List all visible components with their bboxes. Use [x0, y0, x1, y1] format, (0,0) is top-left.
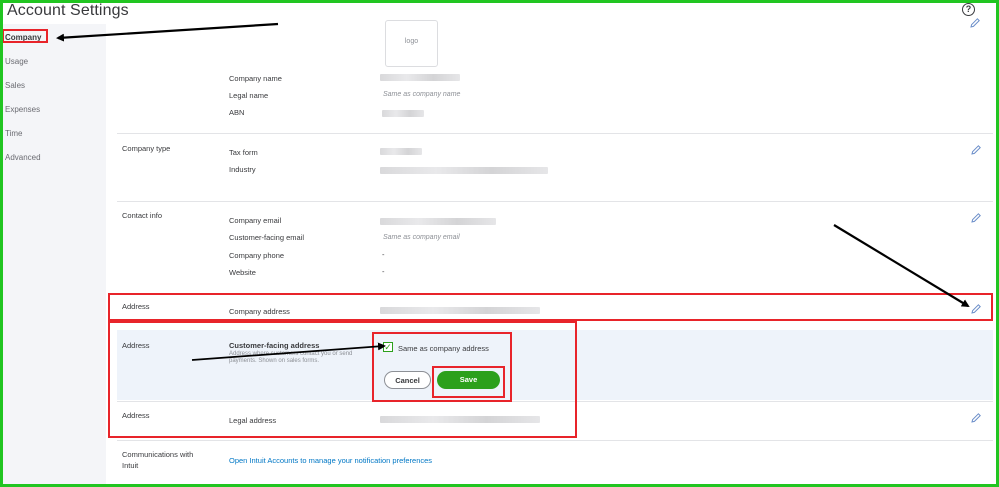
- customer-facing-email-value: Same as company email: [383, 234, 460, 241]
- sidebar-item-expenses[interactable]: Expenses: [5, 105, 40, 114]
- company-phone-label: Company phone: [229, 251, 285, 260]
- sidebar-item-usage[interactable]: Usage: [5, 57, 28, 66]
- legal-name-value: Same as company name: [383, 91, 461, 98]
- section-contact-info: Contact info: [122, 211, 163, 220]
- website-label: Website: [229, 268, 256, 277]
- sidebar: [0, 24, 106, 487]
- abn-value-redacted: [382, 110, 424, 117]
- sidebar-item-sales[interactable]: Sales: [5, 81, 25, 90]
- industry-value-redacted: [380, 167, 548, 174]
- annotation-box-save: [432, 366, 505, 398]
- customer-facing-email-label: Customer-facing email: [229, 233, 305, 242]
- website-value: -: [382, 267, 385, 276]
- section-communications-line1: Communications with: [122, 450, 194, 459]
- section-divider: [117, 440, 993, 441]
- section-communications-line2: Intuit: [122, 461, 139, 470]
- top-bar: Account Settings ?: [0, 0, 999, 24]
- intuit-accounts-link[interactable]: Open Intuit Accounts to manage your noti…: [229, 456, 432, 465]
- edit-pencil-icon[interactable]: [970, 411, 982, 423]
- logo-placeholder[interactable]: logo: [385, 20, 438, 67]
- industry-label: Industry: [229, 165, 256, 174]
- company-phone-value: -: [382, 250, 385, 259]
- company-email-value-redacted: [380, 218, 496, 225]
- tax-form-label: Tax form: [229, 148, 258, 157]
- abn-label: ABN: [229, 108, 245, 117]
- edit-pencil-icon[interactable]: [970, 211, 982, 223]
- annotation-box-address-row: [108, 293, 993, 321]
- annotation-box-company: [2, 29, 48, 43]
- legal-name-label: Legal name: [229, 91, 269, 100]
- tax-form-value-redacted: [380, 148, 422, 155]
- edit-pencil-icon[interactable]: [969, 16, 981, 28]
- section-company-type: Company type: [122, 144, 171, 153]
- page-title: Account Settings: [7, 2, 129, 19]
- company-name-label: Company name: [229, 74, 282, 83]
- help-icon[interactable]: ?: [962, 3, 975, 16]
- section-divider: [117, 133, 993, 134]
- edit-pencil-icon[interactable]: [970, 143, 982, 155]
- sidebar-item-time[interactable]: Time: [5, 129, 22, 138]
- sidebar-item-advanced[interactable]: Advanced: [5, 153, 41, 162]
- section-divider: [117, 201, 993, 202]
- company-name-value-redacted: [380, 74, 460, 81]
- company-email-label: Company email: [229, 216, 282, 225]
